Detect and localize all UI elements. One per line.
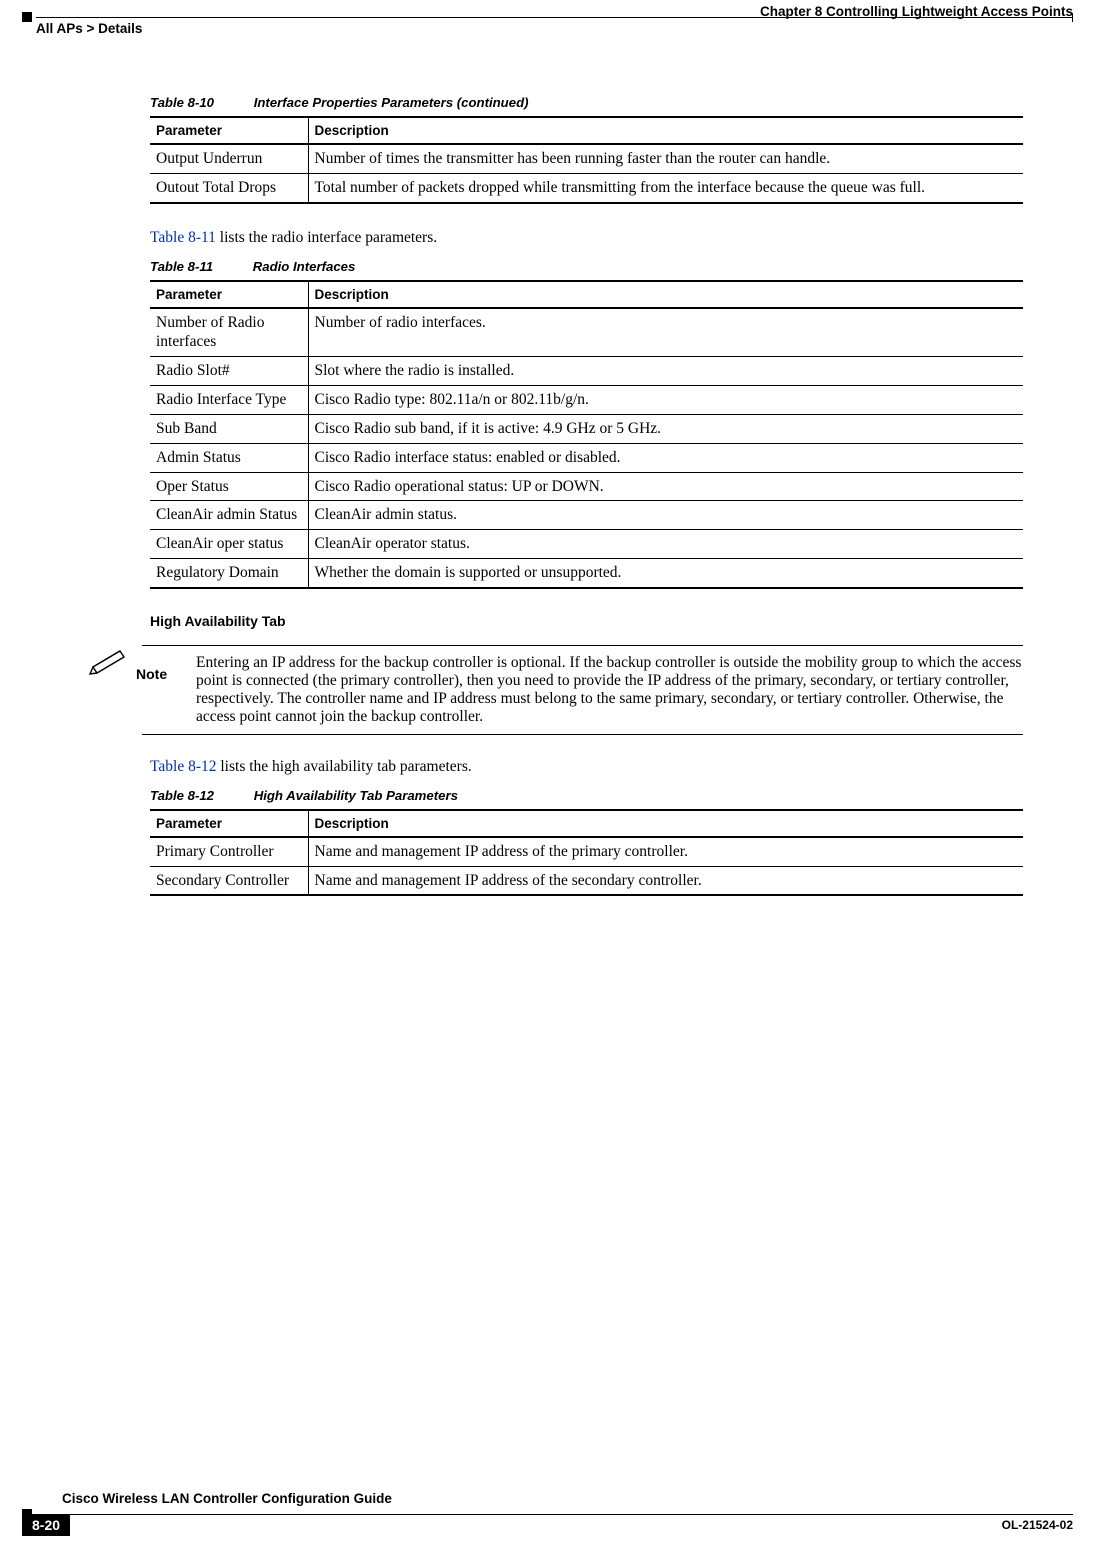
- cell-description: Total number of packets dropped while tr…: [308, 173, 1023, 202]
- para-table-811-intro: Table 8-11 lists the radio interface par…: [150, 228, 1023, 249]
- col-description: Description: [308, 117, 1023, 144]
- table-row: Parameter Description: [150, 281, 1023, 308]
- cell-description: Number of times the transmitter has been…: [308, 144, 1023, 173]
- heading-high-availability: High Availability Tab: [150, 613, 1023, 629]
- col-parameter: Parameter: [150, 810, 308, 837]
- table-row: Parameter Description: [150, 117, 1023, 144]
- cell-parameter: Radio Slot#: [150, 357, 308, 386]
- cell-description: Number of radio interfaces.: [308, 308, 1023, 357]
- col-description: Description: [308, 281, 1023, 308]
- table-row: Parameter Description: [150, 810, 1023, 837]
- table-row: Sub BandCisco Radio sub band, if it is a…: [150, 414, 1023, 443]
- cell-description: Cisco Radio type: 802.11a/n or 802.11b/g…: [308, 386, 1023, 415]
- cell-parameter: Regulatory Domain: [150, 559, 308, 588]
- cell-parameter: Secondary Controller: [150, 866, 308, 895]
- table-811-title: Radio Interfaces: [253, 259, 356, 274]
- col-description: Description: [308, 810, 1023, 837]
- doc-id: OL-21524-02: [1002, 1518, 1073, 1532]
- table-810: Parameter Description Output UnderrunNum…: [150, 116, 1023, 204]
- table-row: CleanAir admin StatusCleanAir admin stat…: [150, 501, 1023, 530]
- table-810-number: Table 8-10: [150, 95, 214, 110]
- cell-parameter: Output Underrun: [150, 144, 308, 173]
- cell-parameter: Oper Status: [150, 472, 308, 501]
- cell-description: Cisco Radio sub band, if it is active: 4…: [308, 414, 1023, 443]
- table-row: Regulatory DomainWhether the domain is s…: [150, 559, 1023, 588]
- table-811-caption: Table 8-11 Radio Interfaces: [150, 259, 1023, 274]
- page-content: Table 8-10 Interface Properties Paramete…: [150, 95, 1023, 920]
- table-row: Radio Slot#Slot where the radio is insta…: [150, 357, 1023, 386]
- note-body: Entering an IP address for the backup co…: [196, 654, 1023, 726]
- running-header: Chapter 8 Controlling Lightweight Access…: [0, 0, 1095, 36]
- xref-table-812[interactable]: Table 8-12: [150, 758, 217, 775]
- note-icon: [88, 645, 142, 675]
- table-810-caption: Table 8-10 Interface Properties Paramete…: [150, 95, 1023, 110]
- cell-description: Cisco Radio interface status: enabled or…: [308, 443, 1023, 472]
- table-row: Outout Total DropsTotal number of packet…: [150, 173, 1023, 202]
- table-812-title: High Availability Tab Parameters: [254, 788, 458, 803]
- table-row: Oper StatusCisco Radio operational statu…: [150, 472, 1023, 501]
- cell-description: Name and management IP address of the pr…: [308, 837, 1023, 866]
- cell-parameter: CleanAir admin Status: [150, 501, 308, 530]
- para-text: lists the high availability tab paramete…: [217, 758, 472, 775]
- para-text: lists the radio interface parameters.: [216, 229, 437, 246]
- col-parameter: Parameter: [150, 281, 308, 308]
- cell-description: CleanAir operator status.: [308, 530, 1023, 559]
- cell-parameter: Outout Total Drops: [150, 173, 308, 202]
- table-812-number: Table 8-12: [150, 788, 214, 803]
- table-row: Output UnderrunNumber of times the trans…: [150, 144, 1023, 173]
- table-811-number: Table 8-11: [150, 259, 213, 274]
- note-block: Note Entering an IP address for the back…: [88, 645, 1023, 735]
- table-812: Parameter Description Primary Controller…: [150, 809, 1023, 897]
- cell-description: CleanAir admin status.: [308, 501, 1023, 530]
- cell-description: Name and management IP address of the se…: [308, 866, 1023, 895]
- note-label: Note: [136, 654, 182, 726]
- table-810-title: Interface Properties Parameters (continu…: [254, 95, 529, 110]
- cell-parameter: Radio Interface Type: [150, 386, 308, 415]
- cell-parameter: Primary Controller: [150, 837, 308, 866]
- cell-parameter: Admin Status: [150, 443, 308, 472]
- cell-description: Whether the domain is supported or unsup…: [308, 559, 1023, 588]
- cell-parameter: Number of Radio interfaces: [150, 308, 308, 357]
- header-rule: [22, 10, 1073, 24]
- para-table-812-intro: Table 8-12 lists the high availability t…: [150, 757, 1023, 778]
- table-row: Primary ControllerName and management IP…: [150, 837, 1023, 866]
- table-row: Number of Radio interfacesNumber of radi…: [150, 308, 1023, 357]
- xref-table-811[interactable]: Table 8-11: [150, 229, 216, 246]
- col-parameter: Parameter: [150, 117, 308, 144]
- cell-description: Cisco Radio operational status: UP or DO…: [308, 472, 1023, 501]
- page-number: 8-20: [22, 1514, 70, 1536]
- cell-parameter: Sub Band: [150, 414, 308, 443]
- table-811: Parameter Description Number of Radio in…: [150, 280, 1023, 589]
- table-row: Secondary ControllerName and management …: [150, 866, 1023, 895]
- table-row: Admin StatusCisco Radio interface status…: [150, 443, 1023, 472]
- cell-parameter: CleanAir oper status: [150, 530, 308, 559]
- book-title: Cisco Wireless LAN Controller Configurat…: [62, 1491, 392, 1506]
- cell-description: Slot where the radio is installed.: [308, 357, 1023, 386]
- table-row: CleanAir oper statusCleanAir operator st…: [150, 530, 1023, 559]
- table-812-caption: Table 8-12 High Availability Tab Paramet…: [150, 788, 1023, 803]
- table-row: Radio Interface TypeCisco Radio type: 80…: [150, 386, 1023, 415]
- running-footer: Cisco Wireless LAN Controller Configurat…: [22, 1502, 1073, 1526]
